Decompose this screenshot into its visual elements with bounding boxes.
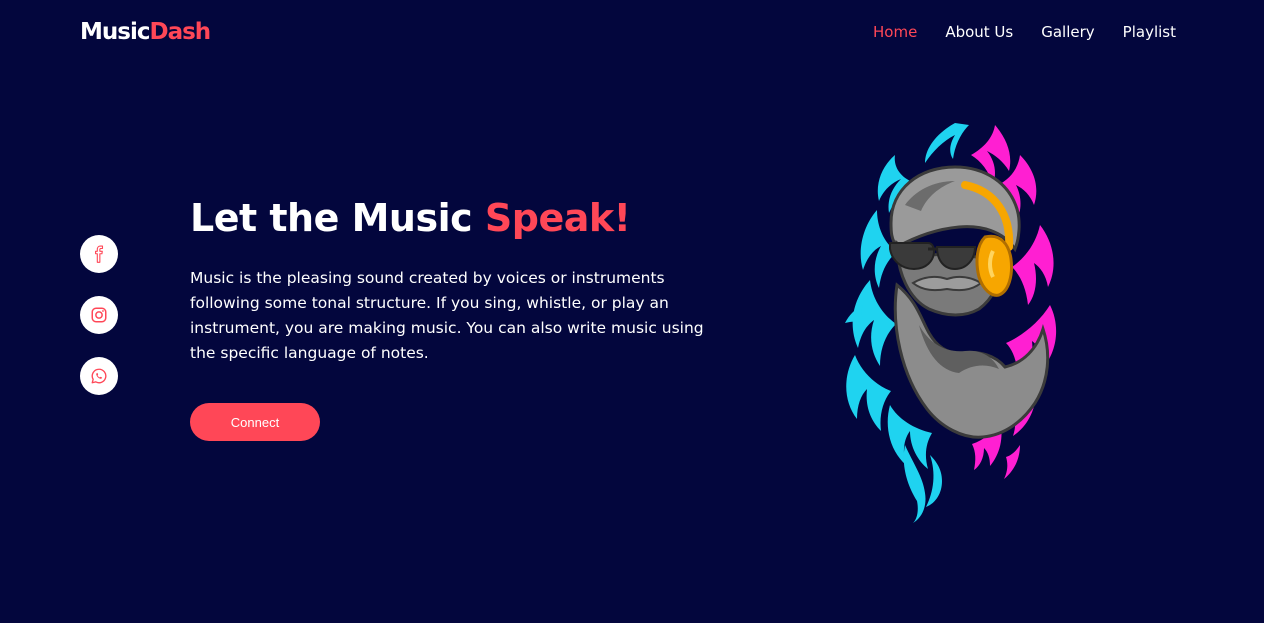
connect-button[interactable]: Connect <box>190 403 320 441</box>
hero-title-accent: Speak! <box>484 196 631 240</box>
nav-about-us[interactable]: About Us <box>945 22 1013 42</box>
whatsapp-icon <box>91 368 107 384</box>
page: MusicDash Home About Us Gallery Playlist <box>0 0 1264 623</box>
social-links <box>80 235 118 418</box>
logo-dash: Dash <box>149 19 211 45</box>
facebook-icon <box>95 245 104 263</box>
whatsapp-button[interactable] <box>80 357 118 395</box>
logo[interactable]: MusicDash <box>80 16 211 48</box>
facebook-button[interactable] <box>80 235 118 273</box>
hero-description: Music is the pleasing sound created by v… <box>190 269 704 362</box>
hero-title-plain: Let the Music <box>190 196 485 240</box>
nav-gallery[interactable]: Gallery <box>1041 22 1094 42</box>
nav-playlist[interactable]: Playlist <box>1123 22 1176 42</box>
nav-home[interactable]: Home <box>873 22 917 42</box>
main-nav: Home About Us Gallery Playlist <box>873 22 1176 42</box>
instagram-icon <box>91 307 107 323</box>
instagram-button[interactable] <box>80 296 118 334</box>
logo-music: Music <box>80 19 150 45</box>
hero-title: Let the Music Speak! <box>190 192 631 244</box>
headphones-man-illustration <box>845 123 1057 523</box>
